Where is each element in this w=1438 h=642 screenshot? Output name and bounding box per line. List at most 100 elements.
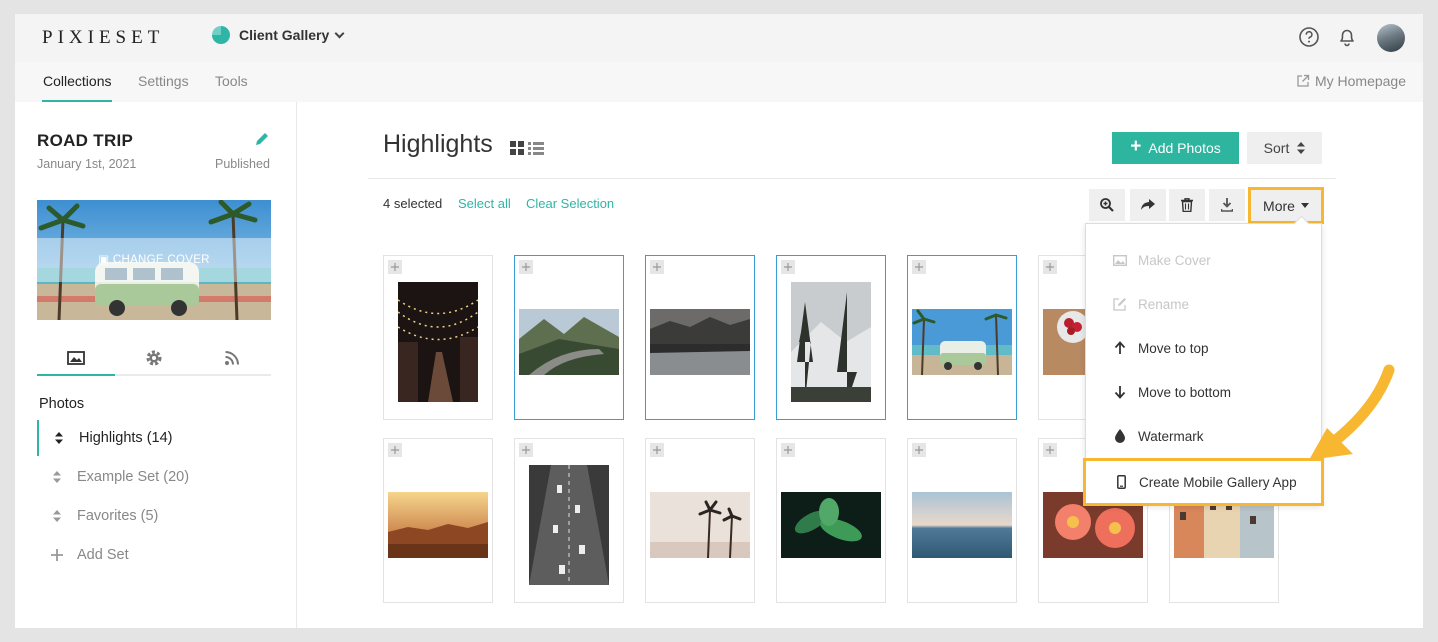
photo-tile[interactable] [645,438,755,603]
droplet-icon [1113,429,1127,443]
photo-tile[interactable] [383,438,493,603]
zoom-button[interactable] [1089,189,1125,221]
drag-handle-icon[interactable] [650,260,664,274]
menu-item-make-cover[interactable]: Make Cover [1086,238,1321,282]
add-photos-label: Add Photos [1148,140,1221,156]
drag-handle-icon[interactable] [1043,260,1057,274]
delete-button[interactable] [1169,189,1205,221]
pixieset-logo[interactable]: PIXIESET [42,27,164,49]
share-icon [1141,199,1155,210]
set-item-highlights[interactable]: Highlights (14) [37,420,277,456]
drag-handle-icon[interactable] [650,443,664,457]
zoom-in-icon [1100,198,1114,212]
tab-collection-settings[interactable] [115,344,193,372]
annotation-arrow-icon [1309,364,1395,460]
menu-item-label: Create Mobile Gallery App [1139,474,1297,490]
set-item-label: Highlights (14) [79,430,173,446]
set-item-favorites[interactable]: Favorites (5) [37,498,277,534]
collection-title: ROAD TRIP [37,131,134,150]
drag-handle-icon[interactable] [519,443,533,457]
collection-status: Published [215,157,270,171]
mobile-phone-icon [1114,475,1128,489]
add-set-button[interactable]: Add Set [37,537,277,573]
menu-item-move-to-top[interactable]: Move to top [1086,326,1321,370]
photo-green-plant [781,492,881,558]
my-homepage-link[interactable]: My Homepage [1296,73,1406,89]
change-cover-button[interactable]: ▣ CHANGE COVER [37,252,271,266]
tab-photos[interactable] [37,344,115,372]
drag-handle-icon[interactable] [1043,443,1057,457]
list-view-icon[interactable] [528,141,544,155]
more-dropdown-menu: Make Cover Rename Move to top Move to bo… [1083,223,1324,506]
photo-van-beach [912,309,1012,375]
tab-collections[interactable]: Collections [43,73,111,89]
client-gallery-icon [212,26,230,44]
download-icon [1221,198,1233,212]
menu-item-label: Watermark [1138,428,1204,444]
edit-pencil-icon[interactable] [253,130,271,148]
arrow-up-icon [1113,341,1127,355]
photo-tile[interactable] [514,438,624,603]
drag-handle-icon[interactable] [519,260,533,274]
divider [368,178,1336,179]
more-button[interactable]: More [1248,187,1324,224]
sub-navigation: Collections Settings Tools My Homepage [15,62,1423,102]
set-title: Highlights [383,130,493,158]
cover-image[interactable]: ▣ CHANGE COVER [37,200,271,320]
sort-button[interactable]: Sort [1247,132,1322,164]
photo-tile[interactable] [776,438,886,603]
drag-handle-icon[interactable] [912,443,926,457]
photo-tile[interactable] [907,255,1017,420]
photo-tile[interactable] [383,255,493,420]
drag-handle-icon[interactable] [781,260,795,274]
sort-handle-icon[interactable] [37,471,77,483]
gallery-switcher[interactable]: Client Gallery [212,26,345,44]
set-item-label: Favorites (5) [77,508,159,524]
photo-tile[interactable] [907,438,1017,603]
edit-icon [1113,297,1127,311]
drag-handle-icon[interactable] [388,260,402,274]
clear-selection-link[interactable]: Clear Selection [526,196,614,211]
rss-icon [225,351,239,365]
photo-sunset-city [388,492,488,558]
menu-item-create-mobile-gallery-app[interactable]: Create Mobile Gallery App [1083,458,1324,506]
download-button[interactable] [1209,189,1245,221]
photo-tile[interactable] [776,255,886,420]
photo-palms-beach [650,492,750,558]
sidebar-tabs [37,340,271,376]
menu-item-rename[interactable]: Rename [1086,282,1321,326]
set-item-example-set[interactable]: Example Set (20) [37,459,277,495]
tab-settings[interactable]: Settings [138,73,189,89]
select-all-link[interactable]: Select all [458,196,511,211]
bell-icon[interactable] [1336,26,1358,48]
collection-sidebar: ROAD TRIP January 1st, 2021 Published ▣ … [15,102,297,628]
help-icon[interactable] [1298,26,1320,48]
tab-tools[interactable]: Tools [215,73,248,89]
tab-feed[interactable] [193,344,271,372]
drag-handle-icon[interactable] [781,443,795,457]
sort-handle-icon[interactable] [37,510,77,522]
photo-highway-traffic [529,465,609,585]
plus-icon: + [1130,136,1142,157]
selection-count: 4 selected [383,196,443,211]
user-avatar[interactable] [1377,24,1405,52]
photo-tile[interactable] [514,255,624,420]
photo-lake-forest [650,309,750,375]
app-window: PIXIESET Client Gallery Collections Sett… [15,14,1423,628]
menu-item-move-to-bottom[interactable]: Move to bottom [1086,370,1321,414]
grid-view-icon[interactable] [510,141,524,155]
sort-handle-icon[interactable] [39,432,79,444]
drag-handle-icon[interactable] [388,443,402,457]
external-link-icon [1297,74,1310,87]
menu-item-watermark[interactable]: Watermark [1086,414,1321,458]
photo-string-lights-street [398,282,478,402]
plus-icon [37,549,77,561]
image-icon [1113,254,1127,266]
drag-handle-icon[interactable] [912,260,926,274]
collection-date: January 1st, 2021 [37,157,137,171]
menu-item-label: Rename [1138,296,1190,312]
share-button[interactable] [1130,189,1166,221]
trash-icon [1181,198,1193,212]
add-photos-button[interactable]: + Add Photos [1112,132,1239,164]
photo-tile[interactable] [645,255,755,420]
